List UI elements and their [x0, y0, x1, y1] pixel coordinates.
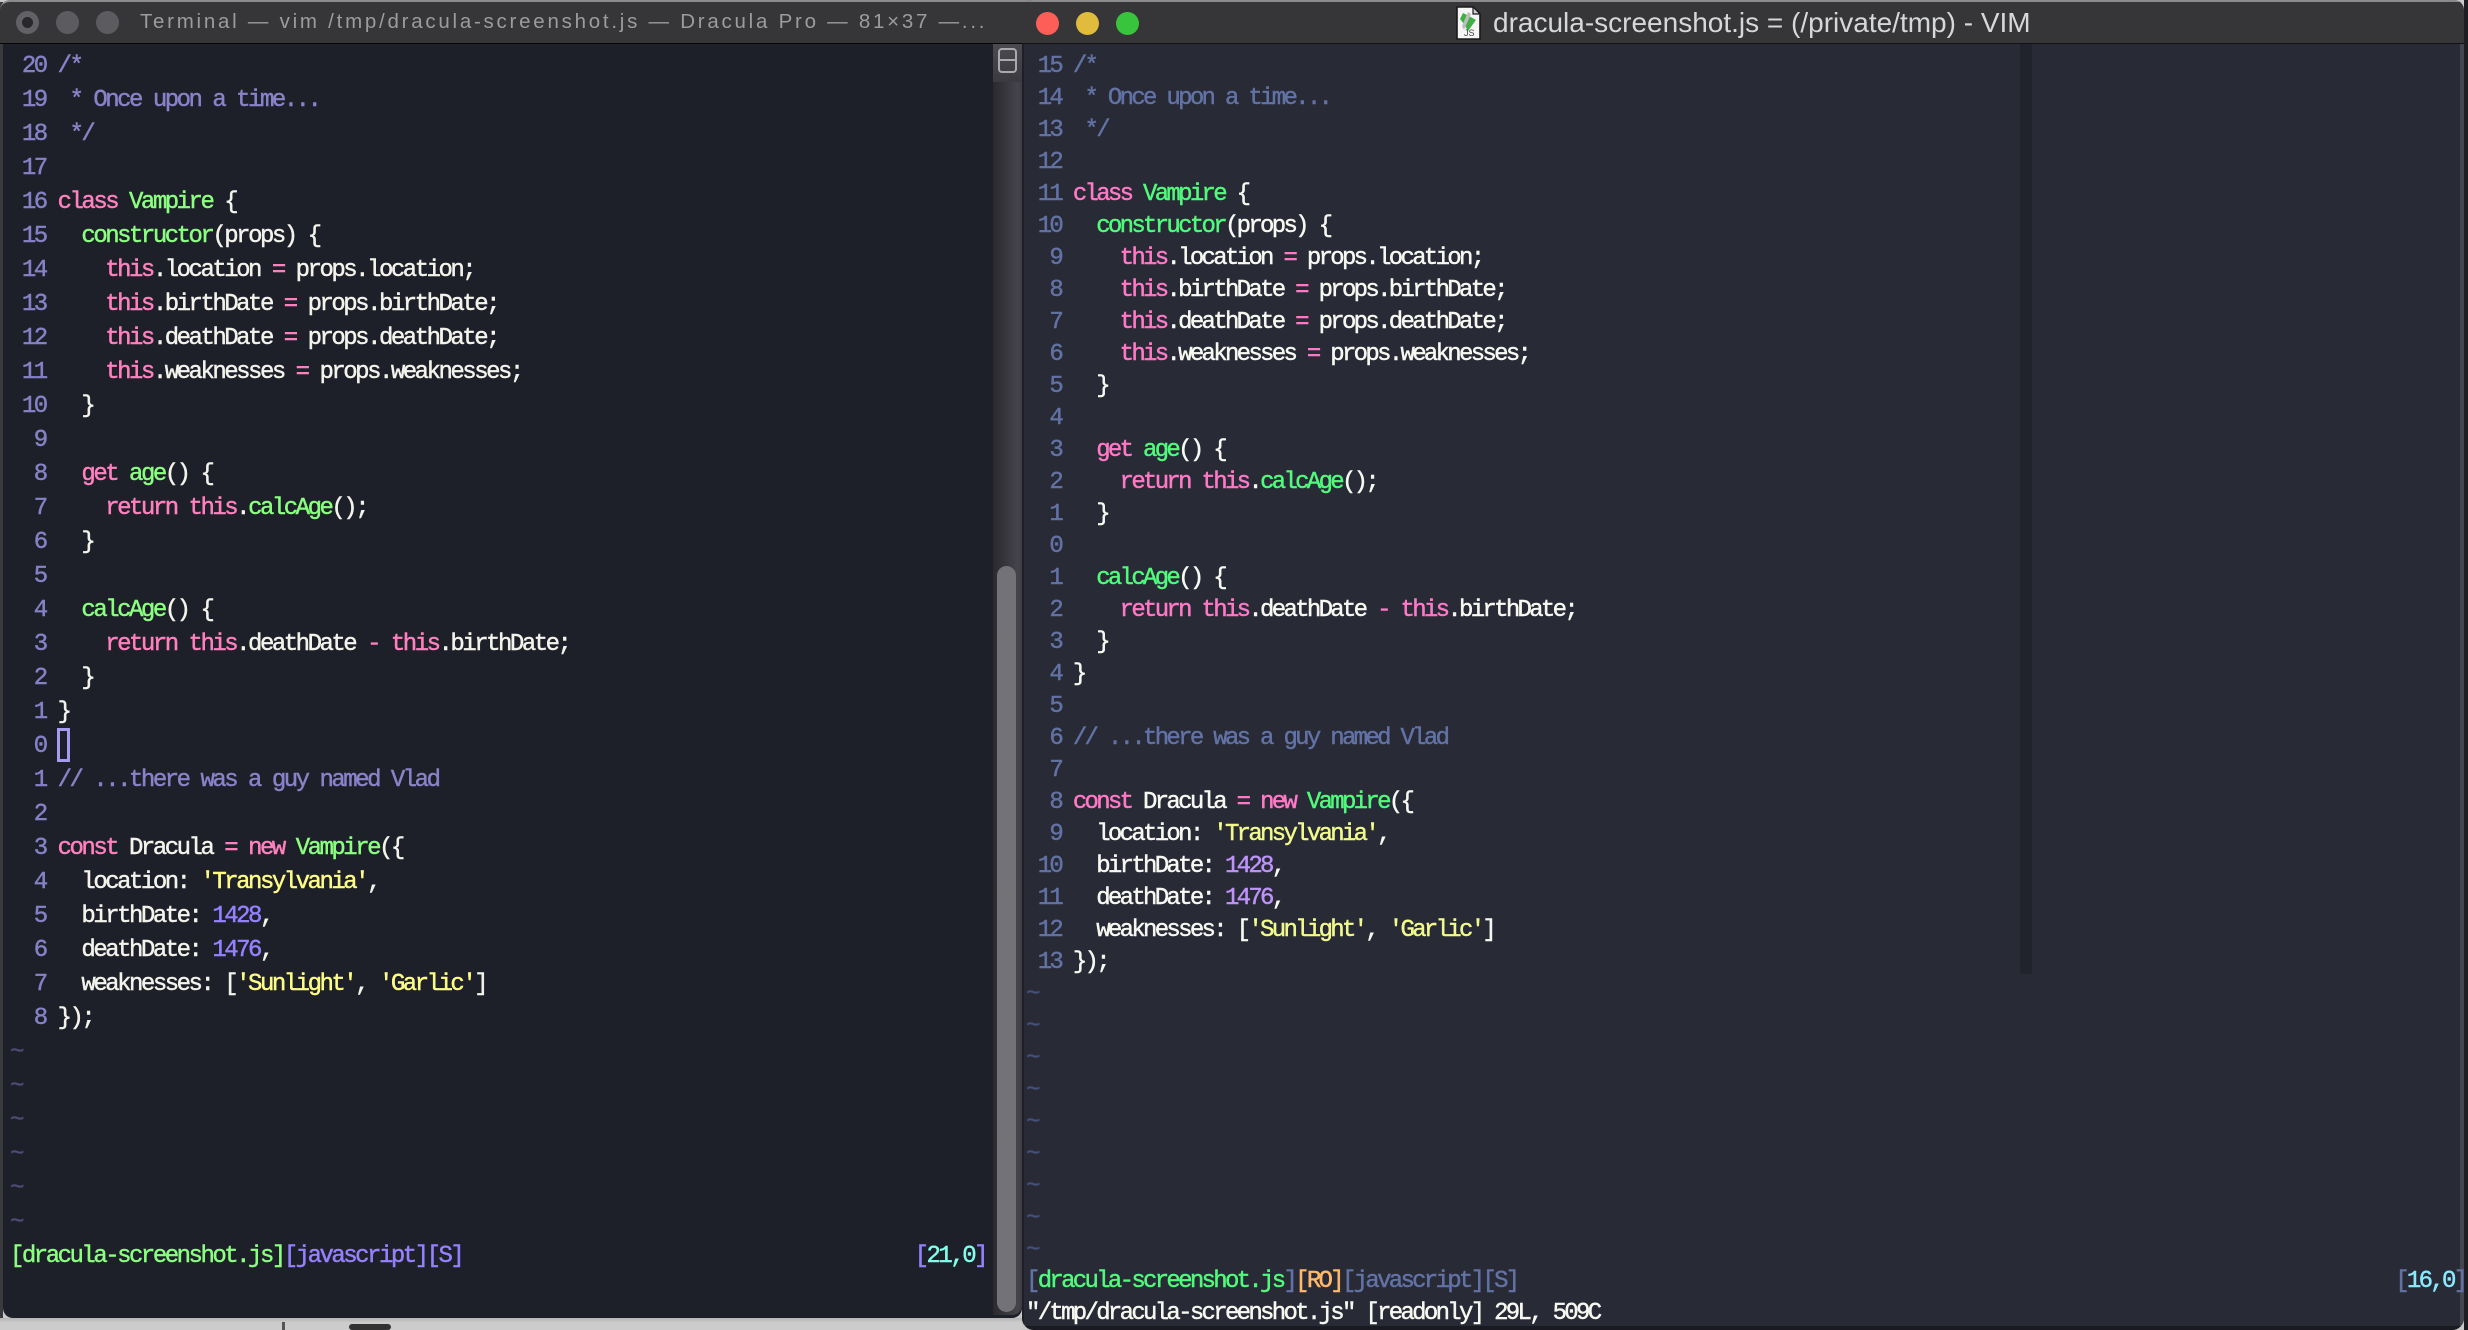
svg-text:JS: JS	[1464, 28, 1475, 38]
